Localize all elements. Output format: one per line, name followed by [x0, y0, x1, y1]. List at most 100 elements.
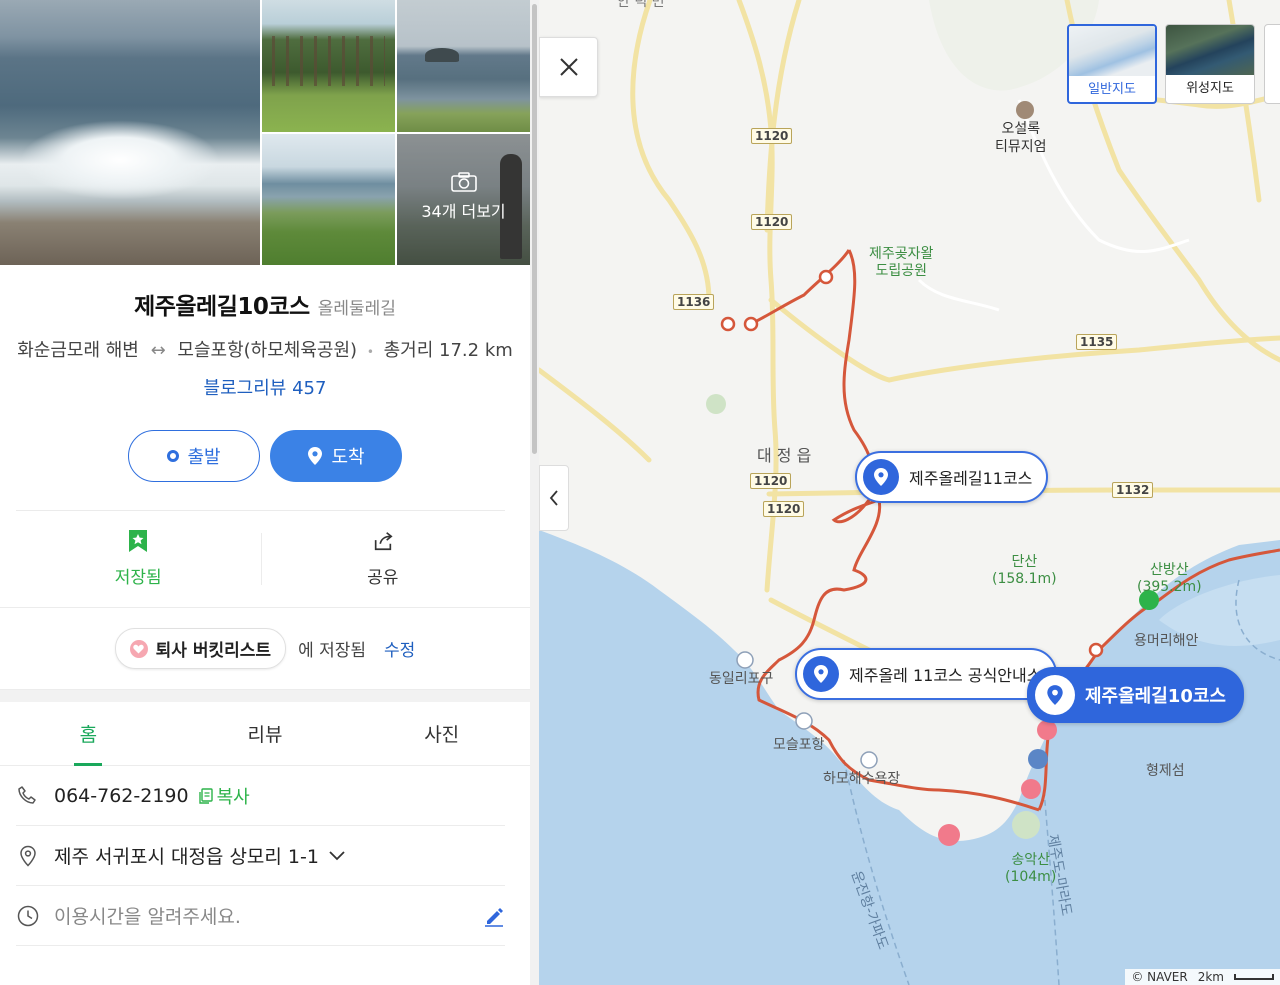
map-attribution: © NAVER 2km [1125, 969, 1280, 985]
map-type-satellite-label: 위성지도 [1186, 81, 1234, 96]
green-patch [1012, 811, 1040, 839]
share-icon [374, 532, 393, 551]
road-number: 1120 [751, 128, 793, 144]
clock-icon [17, 905, 39, 926]
bucket-list-name: 퇴사 버킷리스트 [155, 641, 272, 661]
arrive-button[interactable]: 도착 [270, 430, 402, 482]
map-label-dansan: 단산 (158.1m) [992, 554, 1057, 587]
tab-photos[interactable]: 사진 [353, 702, 530, 765]
depart-icon [167, 450, 180, 462]
road-number: 1135 [1076, 334, 1118, 350]
location-pin-icon [20, 845, 36, 867]
marker-info-center[interactable]: 제주올레 11코스 공식안내소 [795, 648, 1058, 700]
route-end: 모슬포항(하모체육공원) [177, 340, 358, 361]
map-label-sanbangsan: 산방산 (395.2m) [1137, 562, 1202, 595]
road-number: 1132 [1112, 482, 1154, 498]
map-label-daejeong: 대 정 읍 [757, 446, 812, 465]
bucket-list-chip[interactable]: 퇴사 버킷리스트 [114, 628, 287, 669]
bookmark-star-icon [129, 530, 148, 552]
phone-row: 064-762-2190 복사 [16, 766, 505, 826]
copy-label: 복사 [216, 786, 250, 808]
depart-button[interactable]: 출발 [128, 430, 260, 482]
chevron-down-icon[interactable] [329, 850, 345, 861]
photo-pine-forest[interactable] [262, 0, 395, 132]
save-label: 저장됨 [114, 568, 162, 588]
route-distance: 총거리 17.2 km [383, 340, 513, 361]
share-label: 공유 [367, 568, 399, 588]
separator-dot: • [366, 345, 374, 359]
map-label-dongilri: 동일리포구 [709, 671, 774, 687]
place-panel: 34개 더보기 제주올레길10코스 올레둘레길 화순금모래 해변 ↔ 모슬포항(… [0, 0, 530, 985]
map-view[interactable]: 안 덕 면 오설록 티뮤지엄 제주곶자왈 도립공원 대 정 읍 단산 (158.… [539, 0, 1280, 985]
road-number: 1136 [673, 294, 715, 310]
road-number: 1120 [750, 473, 792, 489]
panel-scrollbar[interactable] [530, 0, 539, 985]
map-type-satellite[interactable]: 위성지도 [1165, 24, 1255, 104]
marker-course10[interactable]: 제주올레길10코스 [1027, 667, 1244, 723]
minor-roads [917, 99, 1190, 312]
sea-area [539, 530, 1280, 985]
saved-suffix: 에 저장됨 [298, 641, 367, 661]
map-label-hamo: 하모해수욕장 [823, 771, 901, 787]
map-label-top: 안 덕 면 [617, 0, 665, 10]
photo-sea-island[interactable] [397, 0, 530, 132]
location-pin-icon [308, 447, 323, 465]
marker-course11-label: 제주올레길11코스 [909, 469, 1033, 488]
arrive-label: 도착 [331, 447, 365, 468]
place-category: 올레둘레길 [317, 299, 396, 319]
map-type-normal-thumb [1069, 26, 1155, 76]
map-type-more[interactable] [1264, 24, 1280, 104]
blog-review-link[interactable]: 블로그리뷰 457 [0, 374, 530, 400]
pencil-icon[interactable] [483, 905, 505, 927]
photo-main-beach[interactable] [0, 0, 260, 265]
close-icon [559, 58, 578, 76]
close-panel-button[interactable] [539, 37, 598, 97]
edit-link[interactable]: 수정 [384, 636, 415, 661]
scale-label: 2km [1197, 970, 1224, 984]
phone-icon [18, 785, 36, 804]
map-label-osulloc: 오설록 티뮤지엄 [995, 121, 1047, 155]
collapse-panel-button[interactable] [539, 465, 569, 531]
route-info: 화순금모래 해변 ↔ 모슬포항(하모체육공원) • 총거리 17.2 km [16, 335, 514, 368]
hours-placeholder: 이용시간을 알려주세요. [54, 906, 241, 928]
copy-icon [198, 787, 213, 804]
hours-row: 이용시간을 알려주세요. [16, 886, 505, 946]
tab-home[interactable]: 홈 [0, 702, 177, 765]
map-type-satellite-thumb [1166, 25, 1254, 75]
map-label-yongmeori: 용머리해안 [1134, 633, 1199, 649]
save-button[interactable]: 저장됨 [16, 511, 261, 607]
location-pin-icon [1035, 675, 1075, 715]
road-number: 1120 [751, 214, 793, 230]
location-pin-icon [803, 656, 839, 692]
map-type-normal-label: 일반지도 [1088, 82, 1136, 97]
green-patch [706, 394, 726, 414]
address-row[interactable]: 제주 서귀포시 대정읍 상모리 1-1 [16, 826, 505, 886]
photo-coast-path[interactable] [262, 134, 395, 265]
share-button[interactable]: 공유 [260, 511, 506, 607]
heart-icon [129, 639, 148, 658]
chevron-left-icon [549, 490, 558, 506]
copy-button[interactable]: 복사 [198, 783, 250, 809]
road-number: 1120 [763, 501, 805, 517]
camera-icon [450, 172, 477, 192]
map-label-moseulpo: 모슬포항 [773, 737, 825, 753]
scale-bar [1234, 974, 1274, 980]
location-pin-icon [863, 459, 899, 495]
tab-review[interactable]: 리뷰 [177, 702, 354, 765]
map-label-hyeongjeseom: 형제섬 [1146, 763, 1185, 779]
bucket-list-band: 퇴사 버킷리스트 에 저장됨 수정 [0, 607, 530, 690]
section-gap [0, 690, 530, 702]
depart-label: 출발 [187, 447, 221, 468]
map-type-normal[interactable]: 일반지도 [1067, 24, 1157, 104]
marker-course11[interactable]: 제주올레길11코스 [855, 451, 1049, 503]
route-arrow: ↔ [150, 340, 166, 361]
place-title: 제주올레길10코스 [134, 294, 310, 320]
photo-gallery: 34개 더보기 [0, 0, 530, 265]
photo-more[interactable]: 34개 더보기 [397, 134, 530, 265]
map-label-forest: 제주곶자왈 도립공원 [869, 246, 934, 279]
phone-number[interactable]: 064-762-2190 [54, 785, 189, 807]
route-start: 화순금모래 해변 [17, 340, 139, 361]
marker-course10-label: 제주올레길10코스 [1085, 686, 1226, 707]
more-photos-label: 34개 더보기 [421, 202, 506, 221]
naver-copyright: © NAVER [1131, 970, 1188, 984]
